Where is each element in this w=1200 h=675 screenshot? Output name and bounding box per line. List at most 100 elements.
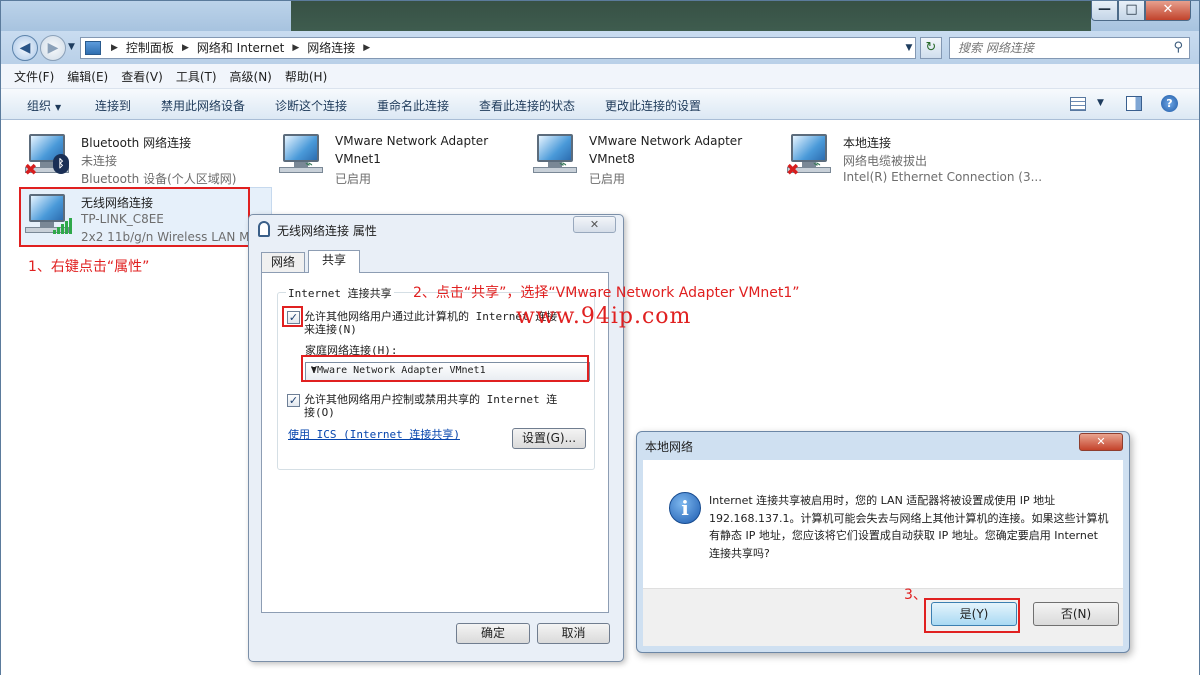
menu-tools[interactable]: 工具(T) [176,68,217,85]
search-input[interactable] [950,38,1160,58]
menu-file[interactable]: 文件(F) [14,68,54,85]
annotation-step2: 2、点击“共享”，选择“VMware Network Adapter VMnet… [413,285,800,301]
dialog-message: Internet 连接共享被启用时，您的 LAN 适配器将被设置成使用 IP 地… [709,494,1109,560]
command-bar: 组织 ▼ 连接到 禁用此网络设备 诊断这个连接 重命名此连接 查看此连接的状态 更… [1,89,1199,120]
back-button[interactable]: ◀ [12,35,38,61]
disconnected-x-icon: ✖ [24,160,38,179]
tab-network[interactable]: 网络 [261,252,305,272]
breadcrumb: ▶ 控制面板 ▶ 网络和 Internet ▶ 网络连接 ▶ [107,40,374,56]
ok-button[interactable]: 确定 [456,623,530,644]
group-title: Internet 连接共享 [286,285,394,301]
connection-name: 本地连接 [843,136,892,150]
organize-button[interactable]: 组织 ▼ [27,97,61,114]
menu-edit[interactable]: 编辑(E) [67,68,108,85]
disable-device-button[interactable]: 禁用此网络设备 [161,97,245,114]
address-bar[interactable]: ▶ 控制面板 ▶ 网络和 Internet ▶ 网络连接 ▶ [80,37,916,59]
chevron-down-icon: ▼ [55,103,62,112]
connection-local[interactable]: ✖ ⌁ 本地连接 网络电缆被拔出 Intel(R) Ethernet Conne… [785,132,1042,188]
network-computer-icon: ⌁ [531,132,579,180]
connection-device: Bluetooth 设备(个人区域网) [81,172,237,186]
allow-control-label-1: 允许其他网络用户控制或禁用共享的 Internet 连 [304,393,558,406]
refresh-icon[interactable]: ↻ [920,37,942,59]
connection-bluetooth[interactable]: ✖ ᛒ Bluetooth 网络连接 未连接 Bluetooth 设备(个人区域… [23,132,263,188]
dialog-title: 本地网络 [645,440,694,454]
close-button[interactable]: ✕ [1079,433,1123,451]
tab-sharing[interactable]: 共享 [308,250,360,273]
dialog-title: 无线网络连接 属性 [277,224,377,238]
annotation-box-checkbox [282,306,303,327]
rename-button[interactable]: 重命名此连接 [377,97,449,114]
settings-button[interactable]: 设置(G)... [512,428,586,449]
wireless-adapter-icon [258,221,270,237]
allow-control-checkbox[interactable]: ✓ [287,394,300,407]
menu-view[interactable]: 查看(V) [121,68,163,85]
annotation-step1: 1、右键点击“属性” [28,259,150,275]
connection-name: VMware Network Adapter [589,134,743,148]
cancel-button[interactable]: 取消 [537,623,610,644]
breadcrumb-control-panel[interactable]: 控制面板 [122,40,178,56]
breadcrumb-network-internet[interactable]: 网络和 Internet [193,40,288,56]
chevron-right-icon[interactable]: ▶ [107,40,122,56]
view-status-button[interactable]: 查看此连接的状态 [479,97,575,114]
minimize-button[interactable]: — [1091,1,1118,21]
dialog-body: i Internet 连接共享被启用时，您的 LAN 适配器将被设置成使用 IP… [643,460,1123,588]
dialog-footer: 是(Y) 否(N) [643,588,1123,646]
connection-name: Bluetooth 网络连接 [81,136,192,150]
connection-name: VMware Network Adapter [335,134,489,148]
maximize-button[interactable]: □ [1118,1,1145,21]
chevron-right-icon[interactable]: ▶ [359,40,374,56]
connection-vmnet1[interactable]: ⌁ VMware Network Adapter VMnet1 已启用 [277,132,517,188]
menu-advanced[interactable]: 高级(N) [230,68,272,85]
breadcrumb-network-connections[interactable]: 网络连接 [303,40,359,56]
annotation-box-select [301,355,589,382]
preview-pane-icon[interactable] [1126,96,1142,111]
network-plug-icon: ⌁ [813,157,821,172]
disconnected-x-icon: ✖ [786,160,800,179]
annotation-step3: 3、 [904,587,927,603]
menu-help[interactable]: 帮助(H) [285,68,327,85]
confirm-dialog: 本地网络 ✕ i Internet 连接共享被启用时，您的 LAN 适配器将被设… [636,431,1130,653]
close-button[interactable]: ✕ [573,216,616,233]
connection-status: VMnet1 [335,152,381,166]
allow-share-label-2: 来连接(N) [304,323,357,336]
recent-pages-dropdown-icon[interactable]: ▼ [68,42,75,52]
diagnose-button[interactable]: 诊断这个连接 [275,97,347,114]
connection-status: 未连接 [81,154,118,168]
connection-status: 网络电缆被拔出 [843,154,928,168]
help-icon[interactable]: ? [1161,95,1178,112]
annotation-box-wireless [19,187,250,247]
chevron-right-icon[interactable]: ▶ [178,40,193,56]
menu-bar: 文件(F) 编辑(E) 查看(V) 工具(T) 高级(N) 帮助(H) [1,64,1199,89]
chevron-right-icon[interactable]: ▶ [288,40,303,56]
control-panel-icon [85,41,101,55]
connection-vmnet8[interactable]: ⌁ VMware Network Adapter VMnet8 已启用 [531,132,771,188]
allow-control-label-2: 接(O) [304,406,335,419]
connection-device: 已启用 [335,172,372,186]
change-view-icon[interactable] [1070,97,1086,111]
network-connections-window: — □ ✕ ◀ ▶ ▼ ▶ 控制面板 ▶ 网络和 Internet ▶ 网络连接… [0,0,1200,675]
background-ghost [291,1,1091,31]
network-plug-icon: ⌁ [305,157,313,172]
change-settings-button[interactable]: 更改此连接的设置 [605,97,701,114]
network-computer-icon: ✖ ᛒ [23,132,71,180]
watermark: www.94ip.com [516,304,692,329]
view-dropdown-icon[interactable]: ▼ [1097,98,1104,108]
connect-to-button[interactable]: 连接到 [95,97,131,114]
network-plug-icon: ⌁ [559,157,567,172]
annotation-box-yes [924,598,1020,633]
search-icon[interactable]: ⚲ [1173,40,1183,55]
no-button[interactable]: 否(N) [1033,602,1119,626]
organize-label: 组织 [27,99,52,113]
search-box[interactable]: ⚲ [949,37,1190,59]
forward-button[interactable]: ▶ [40,35,66,61]
ics-help-link[interactable]: 使用 ICS (Internet 连接共享) [288,426,460,442]
network-computer-icon: ✖ ⌁ [785,132,833,180]
info-icon: i [669,492,701,524]
close-button[interactable]: ✕ [1145,1,1191,21]
address-dropdown-icon[interactable]: ▼ [901,37,917,59]
connection-device: Intel(R) Ethernet Connection (3... [843,170,1043,184]
bluetooth-icon: ᛒ [53,154,69,174]
title-bar: — □ ✕ [1,1,1199,31]
connection-status: VMnet8 [589,152,635,166]
network-computer-icon: ⌁ [277,132,325,180]
